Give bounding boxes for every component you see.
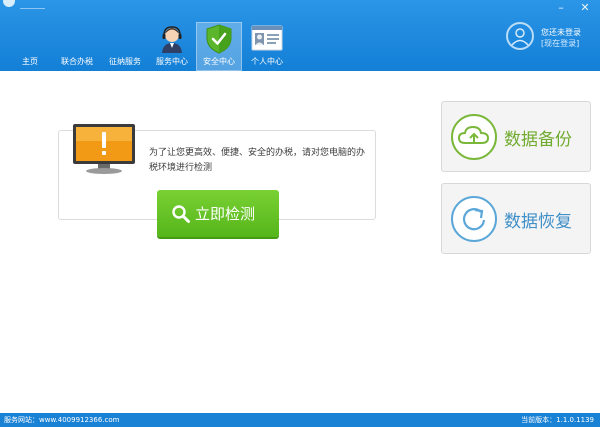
nav-item-tax-service[interactable]: 征纳服务 <box>103 22 147 71</box>
login-status: 您还未登录 <box>541 28 581 37</box>
window-title: _____ <box>20 0 45 9</box>
nav-item-home[interactable]: 主页 <box>12 22 48 71</box>
nav-item-label: 个人中心 <box>251 57 283 66</box>
service-website-text: 服务网站：www.4009912366.com <box>4 416 120 424</box>
nav-item-label: 征纳服务 <box>109 57 141 66</box>
nav-item-label: 安全中心 <box>203 57 235 66</box>
monitor-warning-icon <box>72 123 138 179</box>
nav-item-joint-tax[interactable]: 联合办税 <box>55 22 99 71</box>
cloud-upload-icon <box>451 114 497 160</box>
nav-item-label: 联合办税 <box>61 57 93 66</box>
nav-item-label: 服务中心 <box>156 57 188 66</box>
customer-service-icon <box>157 24 187 56</box>
header-bar: _____ – ✕ 主页 联合办税 征纳服务 服务中心 安全中心 个人中心 您还… <box>0 0 600 71</box>
data-restore-button[interactable]: 数据恢复 <box>441 183 591 254</box>
search-icon <box>171 204 191 228</box>
data-restore-label: 数据恢复 <box>504 212 572 232</box>
id-card-icon <box>251 24 283 54</box>
refresh-icon <box>451 196 497 242</box>
app-logo-icon <box>3 0 15 7</box>
login-link[interactable]: [现在登录] <box>541 38 600 49</box>
status-bar: 服务网站：www.4009912366.com 当前版本：1.1.0.1139 <box>0 413 600 427</box>
data-backup-button[interactable]: 数据备份 <box>441 101 591 172</box>
check-now-label: 立即检测 <box>195 205 256 223</box>
check-now-button[interactable]: 立即检测 <box>157 190 279 237</box>
nav-item-service-center[interactable]: 服务中心 <box>150 22 194 71</box>
user-status-text: 您还未登录 [现在登录] <box>541 27 600 49</box>
avatar[interactable] <box>506 22 534 50</box>
nav-item-security-center[interactable]: 安全中心 <box>196 22 242 71</box>
close-icon[interactable]: ✕ <box>578 2 592 14</box>
data-backup-label: 数据备份 <box>504 130 572 150</box>
minimize-icon[interactable]: – <box>554 2 568 14</box>
shield-icon <box>205 24 233 56</box>
version-text: 当前版本：1.1.0.1139 <box>521 416 594 424</box>
check-description: 为了让您更高效、便捷、安全的办税，请对您电脑的办税环境进行检测 <box>149 148 366 173</box>
window-controls: – ✕ <box>554 2 592 14</box>
nav-item-label: 主页 <box>22 57 38 66</box>
nav-item-personal-center[interactable]: 个人中心 <box>245 22 289 71</box>
